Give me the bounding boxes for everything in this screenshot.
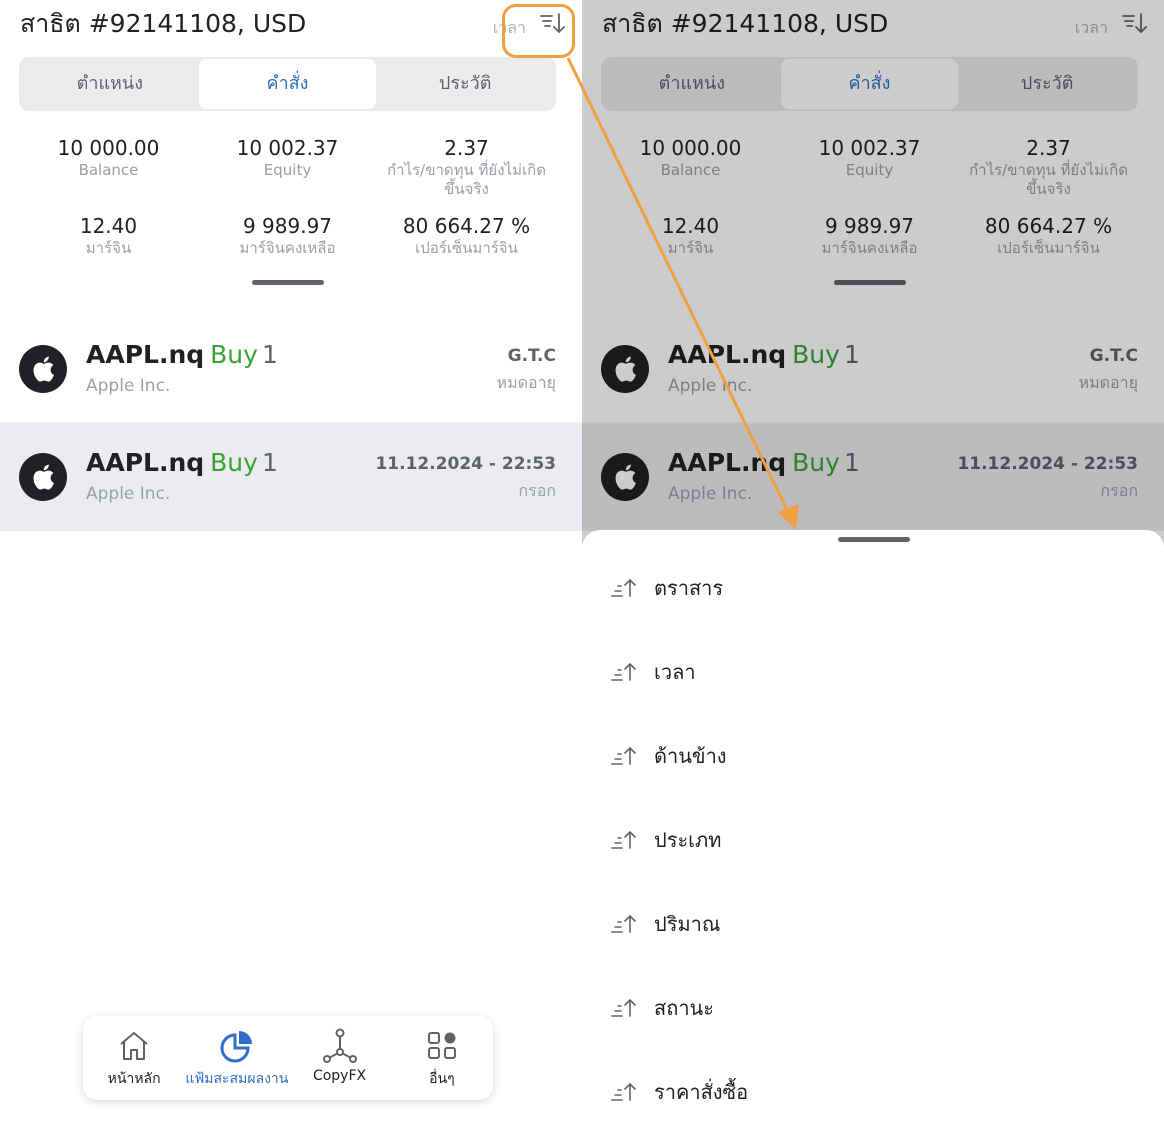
sort-option-instrument[interactable]: ตราสาร	[610, 568, 723, 608]
tab-history[interactable]: ประวัติ	[376, 59, 554, 109]
orders-screen: สาธิต #92141108, USD เวลา ตำแหน่ง คำสั่ง…	[0, 0, 582, 1144]
stat-equity: 10 002.37 Equity	[236, 136, 339, 179]
stat-margin: 12.40 มาร์จิน	[79, 214, 138, 257]
tab-orders[interactable]: คำสั่ง	[198, 59, 377, 109]
account-stats: 10 000.00 Balance 10 002.37 Equity 2.37 กำไ…	[19, 135, 556, 258]
home-icon	[115, 1028, 153, 1064]
orders-screen-with-sort-sheet: สาธิต #92141108, USD เวลา ตำแหน่ง คำสั่ง…	[582, 0, 1164, 1144]
order-volume: 1	[261, 340, 278, 369]
copyfx-network-icon	[321, 1028, 359, 1064]
stat-balance: 10 000.00 Balance	[57, 136, 160, 179]
order-expiry: G.T.C	[507, 346, 556, 366]
order-expiry-label: หมดอายุ	[496, 373, 556, 392]
nav-portfolio[interactable]: แฟ้มสะสมผลงาน	[185, 1016, 288, 1100]
sort-option-label: ปริมาณ	[654, 912, 721, 936]
order-expiry-label: กรอก	[518, 481, 556, 500]
sort-option-label: ประเภท	[654, 828, 722, 852]
stat-free-margin: 9 989.97 มาร์จินคงเหลือ	[239, 214, 336, 257]
stat-unrealized-pl: 2.37 กำไร/ขาดทุน ที่ยังไม่เกิดขึ้นจริง	[387, 136, 546, 198]
sort-option-order-price[interactable]: ราคาสั่งซื้อ	[610, 1072, 748, 1112]
apple-logo-icon	[19, 453, 67, 501]
sort-option-side[interactable]: ด้านข้าง	[610, 736, 727, 776]
order-symbol: AAPL.nq Buy 1	[86, 448, 278, 477]
sort-option-label: ด้านข้าง	[654, 744, 727, 768]
company-name: Apple Inc.	[86, 376, 171, 396]
stats-drag-handle[interactable]	[252, 280, 324, 285]
portfolio-pie-icon	[218, 1028, 256, 1064]
sort-option-label: ตราสาร	[654, 576, 724, 600]
sort-option-volume[interactable]: ปริมาณ	[610, 904, 720, 944]
sort-ascending-icon	[611, 1082, 636, 1101]
apple-logo-icon	[19, 345, 67, 393]
sort-ascending-icon	[611, 578, 636, 597]
order-row[interactable]: AAPL.nq Buy 1 Apple Inc. 11.12.2024 - 22:5…	[0, 424, 582, 531]
nav-copyfx[interactable]: CopyFX	[288, 1016, 390, 1100]
bottom-nav: หน้าหลัก แฟ้มสะสมผลงาน CopyFX อื่นๆ	[83, 1016, 493, 1100]
order-volume: 1	[261, 448, 278, 477]
symbol-text: AAPL.nq	[86, 448, 205, 477]
order-side: Buy	[210, 448, 258, 477]
sort-option-type[interactable]: ประเภท	[610, 820, 721, 860]
sort-option-label: ราคาสั่งซื้อ	[654, 1080, 749, 1104]
sort-ascending-icon	[611, 830, 636, 849]
account-title: สาธิต #92141108, USD	[20, 9, 307, 38]
nav-more[interactable]: อื่นๆ	[391, 1016, 493, 1100]
order-row[interactable]: AAPL.nq Buy 1 Apple Inc. G.T.C หมดอายุ	[0, 316, 582, 423]
sheet-drag-handle[interactable]	[838, 537, 910, 542]
symbol-text: AAPL.nq	[86, 340, 205, 369]
sort-option-label: สถานะ	[654, 996, 714, 1020]
grid-more-icon	[423, 1028, 461, 1064]
company-name: Apple Inc.	[86, 484, 171, 504]
highlight-circle	[502, 4, 575, 58]
tab-positions[interactable]: ตำแหน่ง	[21, 59, 199, 109]
nav-home[interactable]: หน้าหลัก	[83, 1016, 185, 1100]
sort-ascending-icon	[611, 746, 636, 765]
header: สาธิต #92141108, USD เวลา	[20, 8, 576, 42]
sort-ascending-icon	[611, 914, 636, 933]
sort-ascending-icon	[611, 662, 636, 681]
sort-option-status[interactable]: สถานะ	[610, 988, 714, 1028]
sort-ascending-icon	[611, 998, 636, 1017]
sort-bottom-sheet: ตราสาร เวลา ด้านข้าง ประเภท ปริมาณ สถานะ…	[582, 530, 1164, 1144]
order-expiry: 11.12.2024 - 22:53	[375, 454, 556, 474]
sort-option-time[interactable]: เวลา	[610, 652, 696, 692]
sort-option-label: เวลา	[654, 660, 696, 684]
stat-margin-level: 80 664.27 % เปอร์เซ็นมาร์จิน	[402, 214, 531, 257]
order-symbol: AAPL.nq Buy 1	[86, 340, 278, 369]
order-side: Buy	[210, 340, 258, 369]
tab-bar: ตำแหน่ง คำสั่ง ประวัติ	[19, 57, 556, 111]
